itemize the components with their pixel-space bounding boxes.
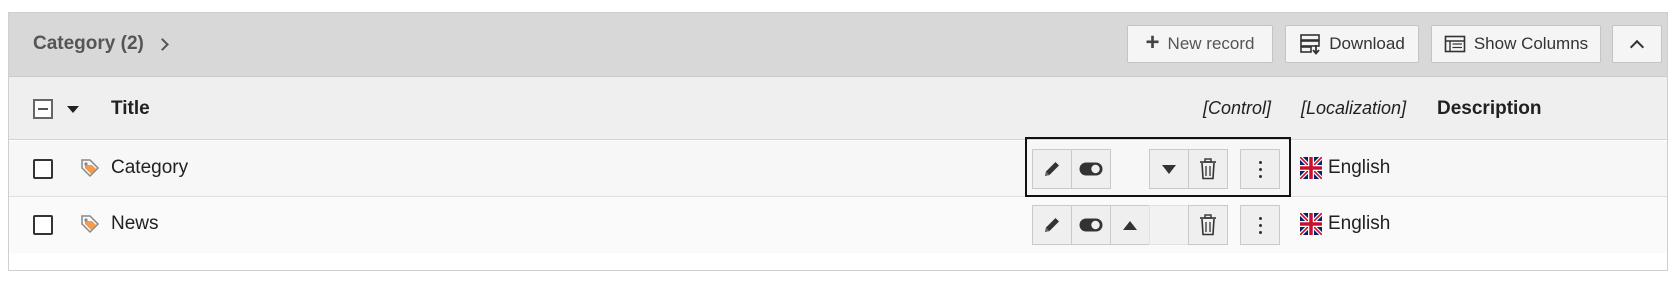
row-checkbox[interactable] [33, 215, 53, 235]
move-down-placeholder [1149, 205, 1189, 245]
pencil-icon [1045, 218, 1059, 232]
toggle-visibility-button[interactable] [1071, 205, 1111, 245]
table-row: Category English [9, 137, 1667, 197]
uk-flag-icon [1300, 157, 1322, 179]
chevron-right-icon [155, 38, 169, 51]
selection-menu-caret-icon[interactable] [67, 106, 79, 113]
focus-outline [1025, 137, 1291, 197]
column-localization: [Localization] [1301, 98, 1407, 118]
delete-button[interactable] [1188, 205, 1228, 245]
download-label: Download [1329, 34, 1405, 53]
arrow-up-icon [1123, 220, 1137, 230]
record-title[interactable]: Category [111, 157, 188, 179]
move-up-button[interactable] [1110, 205, 1150, 245]
show-columns-button[interactable]: Show Columns [1431, 25, 1601, 63]
tag-icon [81, 159, 100, 178]
toggle-icon [1079, 218, 1103, 232]
uk-flag-icon [1300, 213, 1322, 235]
localization-cell: English [1300, 213, 1390, 235]
columns-icon [1444, 35, 1466, 53]
column-control: [Control] [1203, 98, 1272, 118]
table-row: News English [9, 197, 1667, 253]
language-label: English [1328, 213, 1391, 234]
edit-button[interactable] [1032, 205, 1072, 245]
table-title: Category (2) [33, 33, 144, 54]
record-list-panel: Category (2) + New record Download Show … [8, 12, 1668, 271]
column-description[interactable]: Description [1437, 98, 1542, 120]
column-title[interactable]: Title [111, 98, 150, 120]
trash-icon [1200, 214, 1216, 236]
more-actions-button[interactable] [1240, 205, 1280, 245]
download-icon [1300, 34, 1320, 55]
plus-icon: + [1145, 29, 1160, 56]
new-record-button[interactable]: + New record [1127, 25, 1273, 63]
row-control-buttons [1032, 205, 1228, 245]
column-header-row: Title [Control] [Localization] Descripti… [9, 77, 1667, 140]
panel-header: Category (2) + New record Download Show … [9, 13, 1667, 77]
language-label: English [1328, 157, 1391, 178]
chevron-up-icon [1629, 39, 1645, 54]
localization-cell: English [1300, 157, 1390, 179]
collapse-table-toggle[interactable]: Category (2) [33, 33, 169, 55]
more-icon [1258, 216, 1262, 234]
download-button[interactable]: Download [1285, 25, 1419, 63]
show-columns-label: Show Columns [1473, 34, 1589, 53]
collapse-button[interactable] [1612, 25, 1662, 63]
tag-icon [81, 215, 100, 234]
row-checkbox[interactable] [33, 159, 53, 179]
new-record-label: New record [1167, 34, 1255, 53]
record-title[interactable]: News [111, 213, 159, 235]
select-all-checkbox[interactable] [33, 99, 53, 119]
